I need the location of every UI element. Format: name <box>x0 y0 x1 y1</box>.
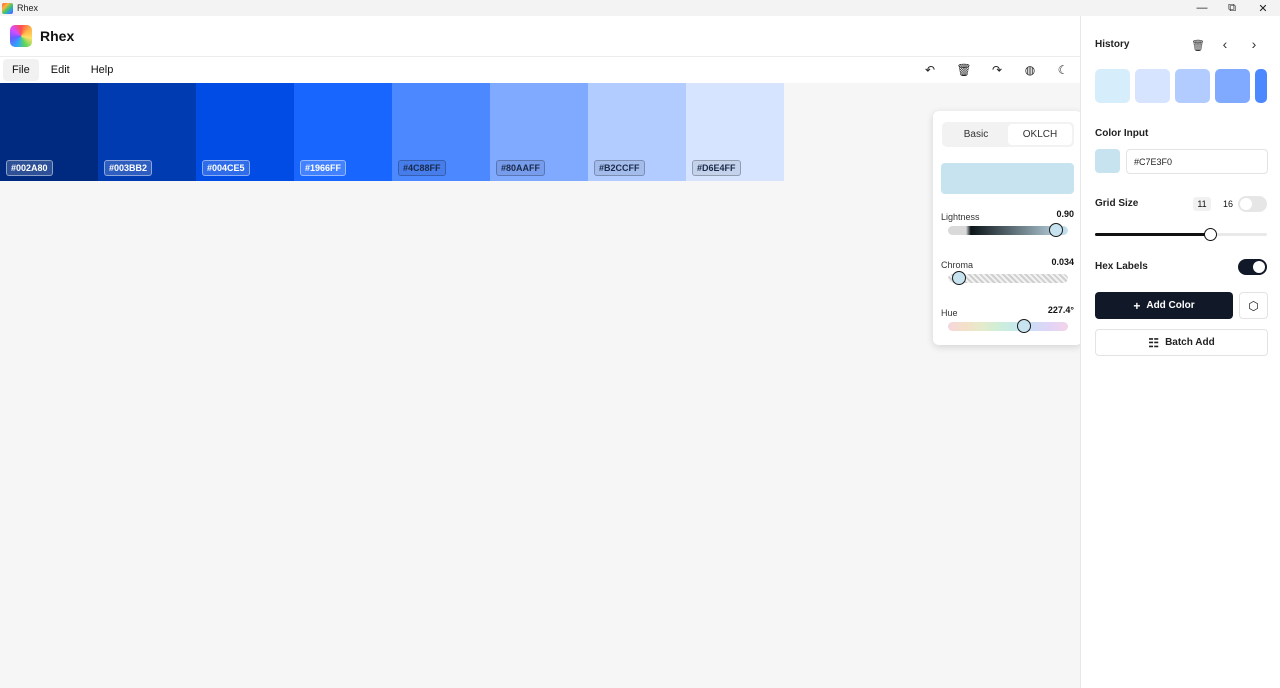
delete-icon[interactable]: 🗑 <box>954 60 974 80</box>
color-swatch[interactable]: #80AAFF <box>490 83 588 181</box>
hex-labels-title: Hex Labels <box>1095 261 1148 272</box>
menu-help[interactable]: Help <box>82 59 123 81</box>
restore-button[interactable]: ⧉ <box>1217 0 1247 16</box>
chroma-slider-row: Chroma 0.034 <box>941 257 1074 285</box>
lightness-thumb[interactable] <box>1049 223 1063 237</box>
tab-basic[interactable]: Basic <box>944 124 1008 145</box>
close-button[interactable]: ✕ <box>1248 0 1278 16</box>
history-swatch[interactable] <box>1175 69 1210 103</box>
swatch-hex-label: #004CE5 <box>202 160 250 176</box>
color-swatch[interactable]: #4C88FF <box>392 83 490 181</box>
swatch-hex-label: #002A80 <box>6 160 53 176</box>
hue-track[interactable] <box>948 319 1068 333</box>
add-color-button[interactable]: + Add Color <box>1095 292 1233 319</box>
lightness-slider-row: Lightness 0.90 <box>941 209 1074 237</box>
color-swatch[interactable]: #D6E4FF <box>686 83 784 181</box>
grid-size-slider-thumb[interactable] <box>1204 228 1218 241</box>
chroma-value: 0.034 <box>1051 257 1074 267</box>
history-prev-icon[interactable]: ‹ <box>1217 36 1233 52</box>
chroma-label: Chroma <box>941 260 974 270</box>
swatch-strip: #002A80 #003BB2 #004CE5 #1966FF #4C88FF #80AA… <box>0 83 784 181</box>
picker-tabs: Basic OKLCH <box>942 122 1074 147</box>
minimize-button[interactable]: — <box>1187 0 1217 16</box>
window-titlebar: Rhex <box>0 0 1280 16</box>
grid-size-title: Grid Size <box>1095 198 1139 209</box>
batch-add-label: Batch Add <box>1165 337 1215 348</box>
menu-edit[interactable]: Edit <box>42 59 79 81</box>
app-name: Rhex <box>40 28 75 44</box>
redo-icon[interactable]: ↷ <box>987 60 1007 80</box>
history-swatch[interactable] <box>1215 69 1250 103</box>
batch-add-button[interactable]: ☷ Batch Add <box>1095 329 1268 356</box>
grid-size-11[interactable]: 11 <box>1193 197 1211 211</box>
clear-history-icon[interactable]: 🗑 <box>1190 37 1206 53</box>
swatch-hex-label: #003BB2 <box>104 160 153 176</box>
color-swatch[interactable]: #B2CCFF <box>588 83 686 181</box>
right-sidebar: History 🗑 ‹ › Color Input Grid Size 11 1… <box>1080 16 1280 688</box>
app-logo-icon <box>10 25 32 47</box>
grid-size-slider-fill <box>1095 233 1211 236</box>
lightness-label: Lightness <box>941 212 980 222</box>
random-color-button[interactable]: ⬡ <box>1239 292 1268 319</box>
grid-size-slider[interactable] <box>1095 228 1267 241</box>
window-title: Rhex <box>17 3 39 13</box>
lightness-track[interactable] <box>948 223 1068 237</box>
batch-add-icon: ☷ <box>1148 335 1160 350</box>
grid-size-16[interactable]: 16 <box>1219 197 1237 211</box>
chroma-thumb[interactable] <box>951 271 966 285</box>
cube-icon: ⬡ <box>1248 298 1259 313</box>
grid-size-toggle[interactable] <box>1238 196 1267 212</box>
color-picker-panel: Basic OKLCH Lightness 0.90 Chroma 0.034 … <box>933 111 1082 345</box>
app-header: Rhex <box>0 16 1080 56</box>
lightness-value: 0.90 <box>1056 209 1074 219</box>
swatch-hex-label: #B2CCFF <box>594 160 645 176</box>
swatch-hex-label: #D6E4FF <box>692 160 741 176</box>
plus-icon: + <box>1133 298 1141 313</box>
color-input-title: Color Input <box>1095 128 1149 139</box>
swatch-hex-label: #80AAFF <box>496 160 546 176</box>
color-input-chip[interactable] <box>1095 149 1120 173</box>
theme-toggle-icon[interactable]: ☾ <box>1053 60 1073 80</box>
history-swatch[interactable] <box>1135 69 1170 103</box>
hue-slider-row: Hue 227.4° <box>941 305 1074 333</box>
toggle-knob <box>1240 198 1252 210</box>
color-swatch[interactable]: #003BB2 <box>98 83 196 181</box>
undo-icon[interactable]: ↶ <box>920 60 940 80</box>
color-swatch[interactable]: #1966FF <box>294 83 392 181</box>
history-next-icon[interactable]: › <box>1246 36 1262 52</box>
toggle-knob <box>1253 261 1265 273</box>
history-swatch[interactable] <box>1095 69 1130 103</box>
menu-file[interactable]: File <box>3 59 39 81</box>
swatch-hex-label: #1966FF <box>300 160 347 176</box>
color-preview <box>941 163 1074 194</box>
hue-label: Hue <box>941 308 958 318</box>
color-swatch[interactable]: #002A80 <box>0 83 98 181</box>
chroma-track[interactable] <box>948 271 1068 285</box>
color-swatch[interactable]: #004CE5 <box>196 83 294 181</box>
history-swatch[interactable] <box>1255 69 1267 103</box>
tab-oklch[interactable]: OKLCH <box>1008 124 1072 145</box>
hex-labels-toggle[interactable] <box>1238 259 1267 275</box>
app-logo-icon <box>2 2 13 14</box>
add-color-label: Add Color <box>1146 300 1195 311</box>
hue-value: 227.4° <box>1047 305 1074 315</box>
hue-thumb[interactable] <box>1016 319 1031 333</box>
history-title: History <box>1095 39 1130 50</box>
swatch-hex-label: #4C88FF <box>398 160 446 176</box>
globe-icon[interactable]: ◍ <box>1020 60 1040 80</box>
color-hex-input[interactable] <box>1126 149 1268 174</box>
menu-bar: File Edit Help <box>0 56 1080 83</box>
